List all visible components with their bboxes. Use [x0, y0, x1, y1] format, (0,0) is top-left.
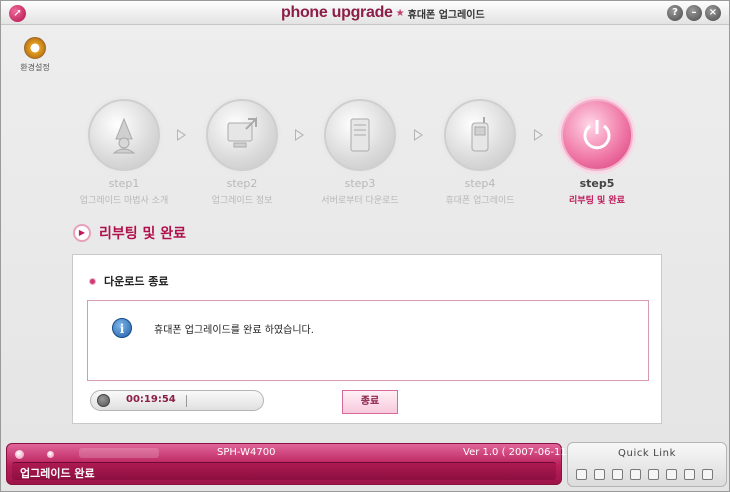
status-led-icon — [15, 450, 24, 459]
status-message-strip: 업그레이드 완료 — [12, 462, 556, 480]
step-2-name: step2 — [226, 177, 258, 190]
edit-icon[interactable] — [648, 469, 659, 480]
elapsed-time-bar: 00:19:54 — [90, 390, 264, 411]
headset-icon[interactable] — [594, 469, 605, 480]
content-panel: 다운로드 종료 i 휴대폰 업그레이드를 완료 하였습니다. 00:19:54 … — [72, 254, 662, 424]
status-led-icon — [47, 451, 54, 458]
play-icon: ▶ — [73, 224, 91, 242]
step-arrow-icon — [295, 129, 304, 141]
status-text: 업그레이드 완료 — [20, 467, 95, 480]
phone-icon[interactable] — [630, 469, 641, 480]
panel-title: 다운로드 종료 — [104, 275, 169, 288]
computer-icon — [206, 99, 278, 171]
brand-logo: phone upgrade — [281, 4, 393, 21]
message-text: 휴대폰 업그레이드를 완료 하였습니다. — [154, 325, 314, 336]
device-id-field — [79, 448, 159, 458]
power-icon — [561, 99, 633, 171]
quick-link-title: Quick Link — [618, 448, 676, 459]
step-5-desc: 리부팅 및 완료 — [569, 196, 625, 206]
minimize-button[interactable]: – — [686, 5, 702, 21]
message-box: i 휴대폰 업그레이드를 완료 하였습니다. — [87, 300, 649, 381]
window-controls: ? – × — [667, 5, 721, 21]
settings-button[interactable]: 환경설정 — [17, 37, 53, 73]
step-2-desc: 업그레이드 정보 — [211, 196, 273, 206]
model-name: SPH-W4700 — [217, 447, 276, 458]
document-icon[interactable] — [612, 469, 623, 480]
version-label: Ver 1.0 ( 2007-06-11 ) — [463, 447, 574, 458]
step-arrow-icon — [177, 129, 186, 141]
gear-icon — [24, 37, 46, 59]
bell-icon[interactable] — [684, 469, 695, 480]
progress-divider — [186, 395, 187, 407]
finish-button[interactable]: 종료 — [342, 390, 398, 414]
app-logo-icon: ↗ — [9, 5, 26, 22]
info-icon: i — [112, 318, 132, 338]
help-button[interactable]: ? — [667, 5, 683, 21]
star-icon: ★ — [395, 7, 405, 19]
clock-icon — [97, 394, 110, 407]
step-1: step1 업그레이드 마법사 소개 — [69, 99, 179, 206]
title-bar: ↗ phone upgrade ★ 휴대폰 업그레이드 ? – × — [1, 1, 729, 25]
status-bar: SPH-W4700 Ver 1.0 ( 2007-06-11 ) 업그레이드 완… — [6, 443, 574, 485]
quick-link-panel: Quick Link — [567, 442, 727, 487]
step-3: step3 서버로부터 다운로드 — [305, 99, 415, 206]
elapsed-time: 00:19:54 — [126, 394, 176, 405]
step-5: step5 리부팅 및 완료 — [542, 99, 652, 206]
quick-link-icons — [576, 469, 713, 480]
step-4: step4 휴대폰 업그레이드 — [425, 99, 535, 206]
step-2: step2 업그레이드 정보 — [187, 99, 297, 206]
step-1-desc: 업그레이드 마법사 소개 — [79, 196, 169, 206]
server-icon — [324, 99, 396, 171]
panel-header: 다운로드 종료 — [89, 273, 169, 289]
step-4-desc: 휴대폰 업그레이드 — [445, 196, 515, 206]
phone-icon — [444, 99, 516, 171]
step-5-name: step5 — [579, 177, 615, 190]
close-button[interactable]: × — [705, 5, 721, 21]
camera-icon[interactable] — [576, 469, 587, 480]
section-header: ▶ 리부팅 및 완료 — [73, 223, 186, 243]
bullet-icon — [89, 277, 96, 285]
step-3-desc: 서버로부터 다운로드 — [321, 196, 399, 206]
window-title: phone upgrade ★ 휴대폰 업그레이드 — [281, 3, 485, 23]
section-title: 리부팅 및 완료 — [99, 226, 187, 242]
window-subtitle: 휴대폰 업그레이드 — [407, 9, 485, 21]
wizard-icon — [88, 99, 160, 171]
app-window: ↗ phone upgrade ★ 휴대폰 업그레이드 ? – × 환경설정 s… — [0, 0, 730, 492]
step-4-name: step4 — [464, 177, 496, 190]
globe-icon[interactable] — [702, 469, 713, 480]
settings-label: 환경설정 — [20, 63, 50, 72]
step-arrow-icon — [414, 129, 423, 141]
mail-icon[interactable] — [666, 469, 677, 480]
step-3-name: step3 — [344, 177, 376, 190]
step-1-name: step1 — [108, 177, 140, 190]
